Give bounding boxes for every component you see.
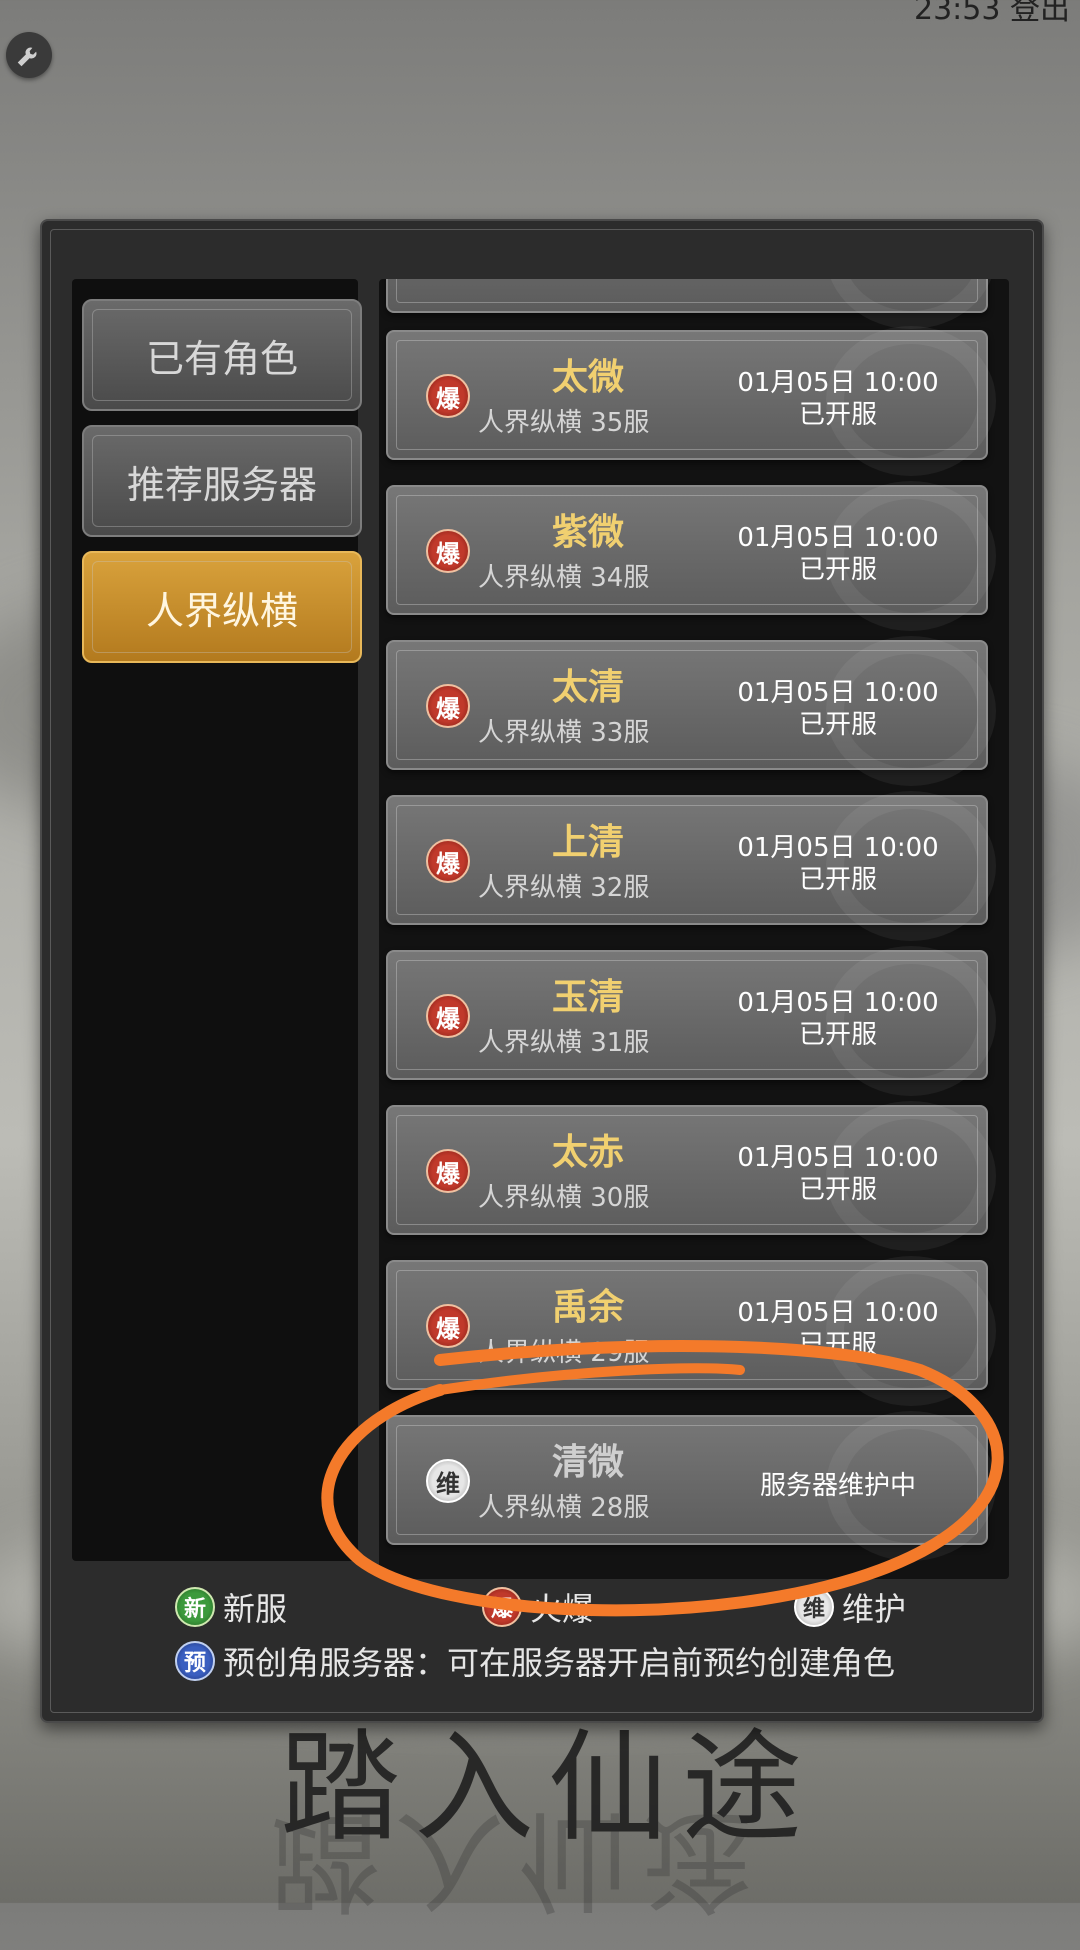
server-number: 人界纵横 35服: [478, 408, 650, 438]
legend-new-label: 新服: [223, 1590, 288, 1628]
hot-badge-icon: 爆: [426, 994, 470, 1038]
server-status: 服务器维护中: [759, 1471, 916, 1501]
server-name: 上清: [551, 821, 624, 863]
hot-badge-icon: 爆: [426, 684, 470, 728]
legend-new: 新 新服: [175, 1584, 287, 1630]
legend-hot-label: 火爆: [530, 1590, 595, 1628]
server-card[interactable]: 爆 太微 人界纵横 35服 01月05日 10:00 已开服: [386, 326, 996, 476]
server-list[interactable]: 爆 太微 人界纵横 35服 01月05日 10:00 已开服 爆 紫微 人界纵横…: [379, 279, 1009, 1579]
hot-badge-icon: 爆: [482, 1587, 522, 1627]
hot-badge-icon: 爆: [426, 1304, 470, 1348]
server-card-partial[interactable]: [386, 279, 996, 329]
server-number: 人界纵横 31服: [478, 1028, 650, 1058]
hot-badge-icon: 爆: [426, 839, 470, 883]
hot-badge-icon: 爆: [426, 529, 470, 573]
server-card[interactable]: 爆 玉清 人界纵横 31服 01月05日 10:00 已开服: [386, 946, 996, 1096]
server-status: 已开服: [798, 1020, 877, 1050]
server-status: 已开服: [798, 710, 877, 740]
wrench-icon: [17, 47, 37, 67]
server-card[interactable]: 爆 太赤 人界纵横 30服 01月05日 10:00 已开服: [386, 1101, 996, 1251]
server-name: 太清: [551, 666, 624, 708]
server-number: 人界纵横 33服: [478, 718, 650, 748]
maintenance-badge-icon: 维: [794, 1587, 834, 1627]
legend-maintenance: 维 维护: [794, 1584, 906, 1630]
server-name: 玉清: [551, 976, 624, 1018]
server-number: 人界纵横 30服: [478, 1183, 650, 1213]
tab-recommended-servers[interactable]: 推荐服务器: [82, 425, 362, 537]
top-right-status: 23:53 登出: [914, 0, 1070, 27]
server-card-maintenance[interactable]: 维 清微 人界纵横 28服 服务器维护中: [386, 1411, 996, 1561]
server-status: 已开服: [798, 400, 877, 430]
server-card[interactable]: 爆 紫微 人界纵横 34服 01月05日 10:00 已开服: [386, 481, 996, 631]
pre-create-badge-icon: 预: [175, 1641, 215, 1681]
legend-pre-create-label: 预创角服务器：可在服务器开启前预约创建角色: [223, 1644, 896, 1682]
server-select-panel: 已有角色 推荐服务器 人界纵横 爆 太微 人界纵横 35服 01月05日 10:…: [40, 219, 1044, 1723]
server-status: 已开服: [798, 865, 877, 895]
server-status: 已开服: [798, 1175, 877, 1205]
legend-pre-create: 预 预创角服务器：可在服务器开启前预约创建角色: [175, 1638, 895, 1684]
server-number: 人界纵横 29服: [478, 1338, 650, 1368]
server-name: 太赤: [551, 1131, 624, 1173]
server-status: 已开服: [798, 1330, 877, 1360]
tab-existing-characters[interactable]: 已有角色: [82, 299, 362, 411]
legend-hot: 爆 火爆: [482, 1584, 594, 1630]
server-group-sidebar: 已有角色 推荐服务器 人界纵横: [72, 279, 362, 1561]
maintenance-badge-icon: 维: [426, 1459, 470, 1503]
server-card[interactable]: 爆 太清 人界纵横 33服 01月05日 10:00 已开服: [386, 636, 996, 786]
server-number: 人界纵横 32服: [478, 873, 650, 903]
server-name: 太微: [551, 356, 624, 398]
server-name: 清微: [551, 1441, 624, 1483]
server-number: 人界纵横 34服: [478, 563, 650, 593]
new-badge-icon: 新: [175, 1587, 215, 1627]
settings-button[interactable]: [6, 32, 52, 78]
server-status: 已开服: [798, 555, 877, 585]
background-calligraphy-reflection: 踏入仙途: [270, 1796, 766, 1924]
server-name: 紫微: [551, 511, 624, 553]
legend-maintenance-label: 维护: [842, 1590, 907, 1628]
server-number: 人界纵横 28服: [478, 1493, 650, 1523]
hot-badge-icon: 爆: [426, 1149, 470, 1193]
hot-badge-icon: 爆: [426, 374, 470, 418]
tab-renjie-zongheng[interactable]: 人界纵横: [82, 551, 362, 663]
server-card[interactable]: 爆 上清 人界纵横 32服 01月05日 10:00 已开服: [386, 791, 996, 941]
server-card[interactable]: 爆 禹余 人界纵横 29服 01月05日 10:00 已开服: [386, 1256, 996, 1406]
server-name: 禹余: [551, 1286, 624, 1328]
